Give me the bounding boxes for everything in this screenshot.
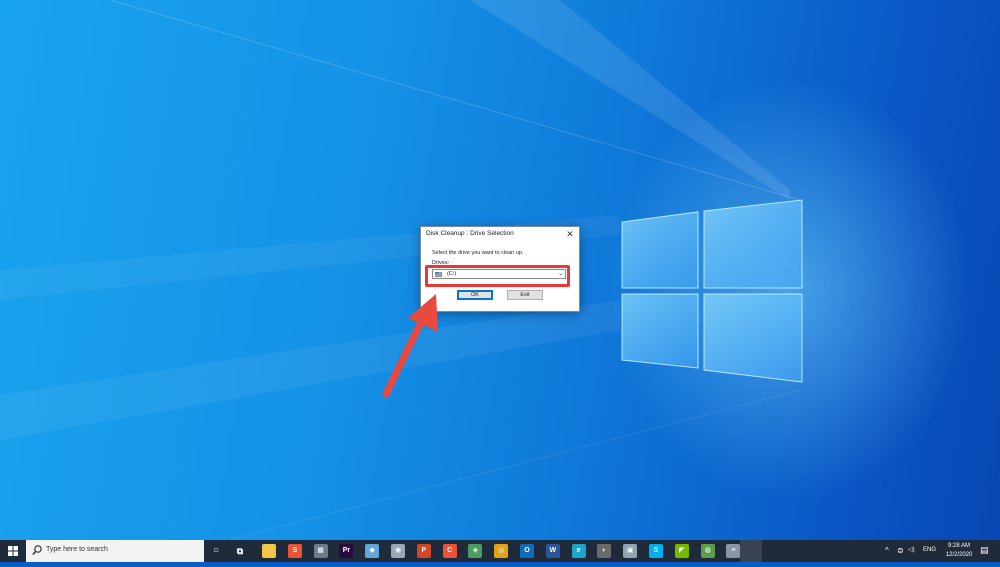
ok-button[interactable]: OK: [457, 290, 493, 300]
app-f-icon[interactable]: ▣: [623, 544, 638, 558]
language-indicator[interactable]: ENG: [923, 547, 936, 553]
dialog-titlebar[interactable]: Disk Cleanup : Drive Selection ✕: [421, 227, 579, 242]
windows-start-icon: [8, 546, 18, 556]
taskbar: Type here to search ○ ⧉ S ▦ Pr ◆ ◉ P C ◈ ◎ O We ◐ ▣ S…: [0, 540, 1000, 562]
app-e-icon[interactable]: ◐: [597, 544, 612, 558]
dialog-prompt: Select the drive you want to clean up.: [432, 250, 524, 256]
volume-icon[interactable]: ◁): [908, 546, 915, 555]
skype-icon[interactable]: S: [649, 544, 663, 558]
nvidia-icon[interactable]: ◤: [674, 544, 689, 558]
active-app-indicator: [740, 540, 762, 562]
task-view-icon[interactable]: ⧉: [233, 544, 247, 558]
premiere-pro-icon[interactable]: Pr: [339, 544, 354, 558]
app-a-icon[interactable]: ◆: [365, 544, 380, 558]
notification-icon[interactable]: ▤: [980, 546, 989, 555]
app-d-icon[interactable]: ◈: [468, 544, 483, 558]
app-s-icon[interactable]: S: [287, 544, 302, 558]
calculator-icon[interactable]: ▦: [313, 544, 328, 558]
close-icon[interactable]: ✕: [561, 227, 579, 242]
file-explorer-icon[interactable]: [262, 544, 276, 558]
tray-chevron-icon[interactable]: ^: [885, 546, 889, 555]
exit-button[interactable]: Exit: [507, 290, 543, 300]
cortana-icon[interactable]: ○: [209, 544, 223, 558]
clock-time[interactable]: 9:28 AM: [944, 543, 974, 549]
dialog-title: Disk Cleanup : Drive Selection: [426, 230, 514, 237]
start-button[interactable]: [0, 540, 26, 562]
app-b-icon[interactable]: ◉: [391, 544, 405, 558]
word-icon[interactable]: W: [545, 544, 560, 558]
network-icon[interactable]: ⊜: [897, 546, 904, 555]
taskbar-search-box[interactable]: Type here to search: [26, 540, 204, 562]
edge-icon[interactable]: e: [571, 544, 586, 558]
app-g-icon[interactable]: ◍: [700, 544, 715, 558]
clock-date[interactable]: 12/2/2020: [944, 552, 974, 558]
drive-highlight-box: [425, 265, 570, 287]
powerpoint-icon[interactable]: P: [416, 544, 431, 558]
search-icon: [32, 545, 42, 556]
disk-cleanup-icon[interactable]: ≡: [726, 544, 741, 558]
outlook-icon[interactable]: O: [520, 544, 534, 558]
app-c-icon[interactable]: C: [442, 544, 457, 558]
windows-logo-icon: [621, 199, 803, 383]
annotation-arrow-icon: [382, 294, 438, 398]
chrome-icon[interactable]: ◎: [494, 544, 509, 558]
search-placeholder: Type here to search: [46, 546, 108, 553]
